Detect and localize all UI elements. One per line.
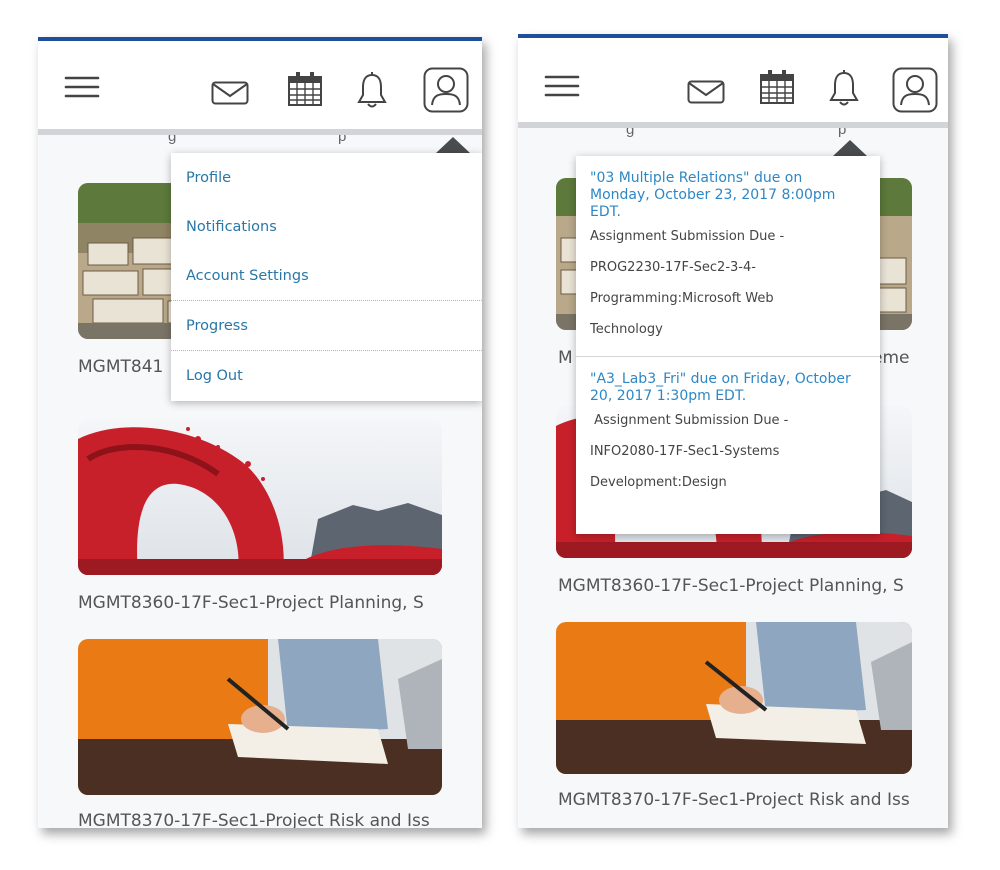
notification-line: INFO2080-17F-Sec1-Systems <box>590 444 780 459</box>
course-image-lava[interactable] <box>78 419 442 575</box>
notification-line: PROG2230-17F-Sec2-3-4- <box>590 260 756 275</box>
calendar-icon[interactable] <box>759 69 795 105</box>
notification-line: Assignment Submission Due - <box>590 413 789 428</box>
menu-item-notifications[interactable]: Notifications <box>171 202 482 251</box>
notification-line: Development:Design <box>590 475 727 490</box>
menu-item-account-settings[interactable]: Account Settings <box>171 251 482 300</box>
notification-item[interactable]: "03 Multiple Relations" due on Monday, O… <box>576 156 880 356</box>
notifications-dropdown: "03 Multiple Relations" due on Monday, O… <box>576 156 880 534</box>
course-image-desk[interactable] <box>78 639 442 795</box>
mail-icon[interactable] <box>211 81 249 105</box>
menu-item-profile[interactable]: Profile <box>171 153 482 202</box>
course-title[interactable]: MGMT841 <box>78 357 178 377</box>
left-screen: g p MGMT841 MGMT8360-17F-Sec1-Project Pl… <box>38 37 482 828</box>
menu-item-progress[interactable]: Progress <box>171 301 482 350</box>
notification-line: Technology <box>590 322 663 337</box>
calendar-icon[interactable] <box>287 71 323 107</box>
nav-header <box>518 38 948 128</box>
notification-item[interactable]: "A3_Lab3_Fri" due on Friday, October 20,… <box>576 357 880 508</box>
mail-icon[interactable] <box>687 80 725 104</box>
notification-title[interactable]: "03 Multiple Relations" due on Monday, O… <box>590 170 866 221</box>
hamburger-icon[interactable] <box>544 74 580 98</box>
bell-icon[interactable] <box>356 71 388 111</box>
course-title[interactable]: MGMT8360-17F-Sec1-Project Planning, S <box>558 576 912 596</box>
course-title[interactable]: MGMT8370-17F-Sec1-Project Risk and Iss <box>78 811 442 828</box>
partial-text-right: p <box>838 128 847 138</box>
bell-icon[interactable] <box>828 69 860 109</box>
menu-item-log-out[interactable]: Log Out <box>171 351 482 400</box>
dropdown-caret <box>436 137 470 153</box>
notification-title[interactable]: "A3_Lab3_Fri" due on Friday, October 20,… <box>590 371 866 405</box>
profile-icon[interactable] <box>423 67 469 113</box>
profile-icon[interactable] <box>892 67 938 113</box>
partial-text: g <box>168 135 177 145</box>
profile-dropdown: Profile Notifications Account Settings P… <box>171 153 482 401</box>
dropdown-caret <box>833 140 867 156</box>
notification-line: Programming:Microsoft Web <box>590 291 774 306</box>
nav-header <box>38 41 482 135</box>
course-title[interactable]: MGMT8360-17F-Sec1-Project Planning, S <box>78 593 442 613</box>
course-image-desk[interactable] <box>556 622 912 774</box>
partial-text-right: p <box>338 135 347 145</box>
right-screen: g p M eme MGMT8360-17F-Sec1-Project Plan… <box>518 34 948 828</box>
hamburger-icon[interactable] <box>64 75 100 99</box>
partial-text: g <box>626 128 635 138</box>
notification-line: Assignment Submission Due - <box>590 229 785 244</box>
course-title[interactable]: MGMT8370-17F-Sec1-Project Risk and Iss <box>558 790 912 810</box>
